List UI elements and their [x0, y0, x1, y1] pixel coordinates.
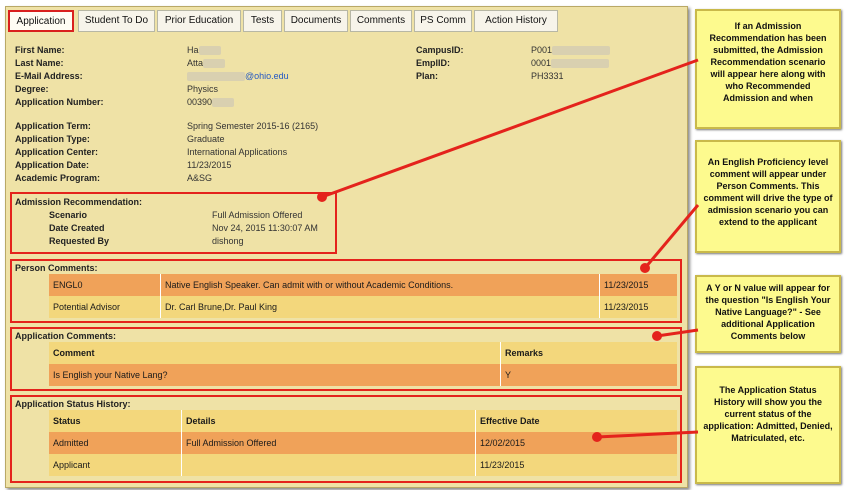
arrow-dot [652, 331, 662, 341]
callout-arrows [317, 58, 700, 442]
arrow-line [643, 204, 700, 269]
arrow-dot [640, 263, 650, 273]
arrow-line [596, 430, 699, 439]
arrow-line [321, 58, 699, 199]
arrow-dot [592, 432, 602, 442]
arrow-dot [317, 192, 327, 202]
arrow-line [656, 328, 699, 338]
